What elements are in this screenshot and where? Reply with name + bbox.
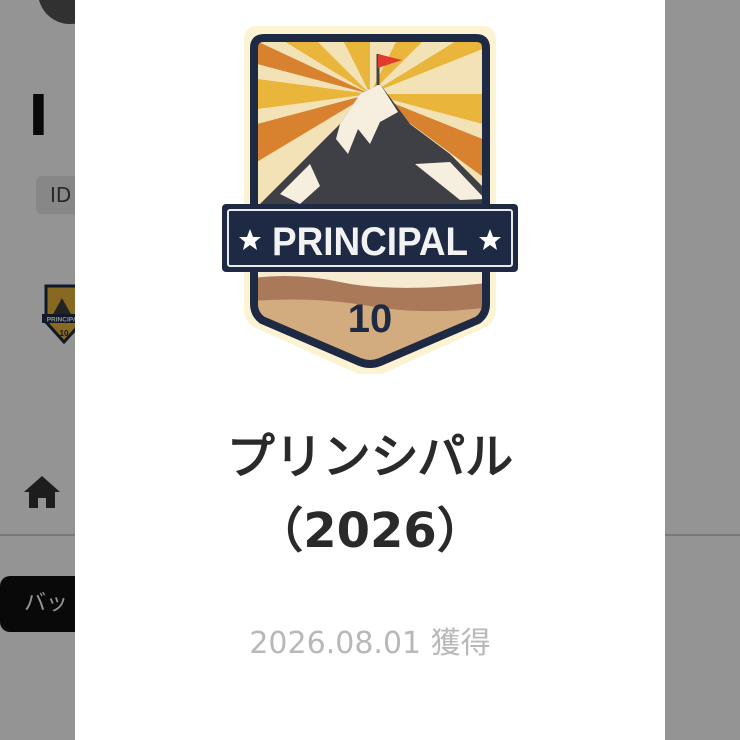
badge-number: 10 (348, 297, 393, 341)
badge-image: PRINCIPAL 10 (222, 26, 518, 374)
acquired-date: 2026.08.01 獲得 (249, 626, 491, 661)
badge-title: プリンシパル（2026） (226, 429, 514, 559)
badge-detail-modal: PRINCIPAL 10 プリンシパル（2026） 2026.08.01 獲得 (75, 0, 665, 740)
badge-name: PRINCIPAL (272, 220, 468, 264)
